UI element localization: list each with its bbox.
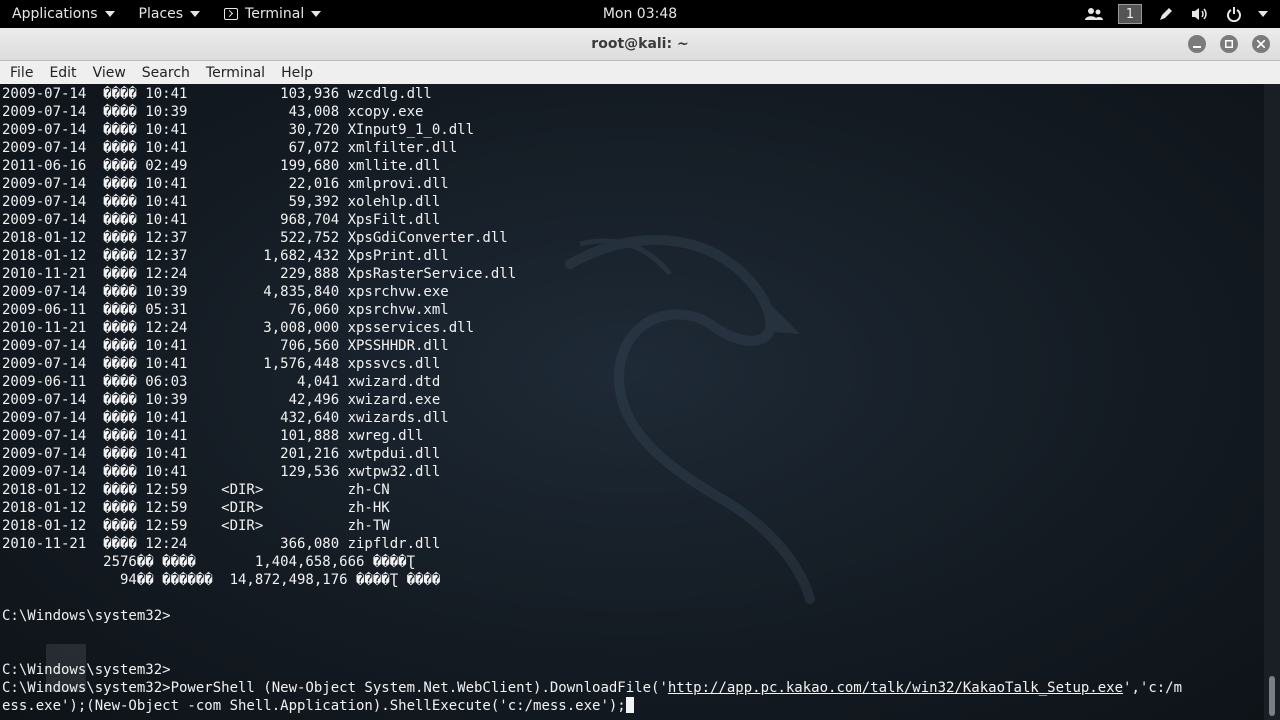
terminal-line: 2009-07-14 ���� 10:41 706,560 XPSSHHDR.d…	[2, 338, 449, 354]
command-url-link[interactable]: http://app.pc.kakao.com/talk/win32/Kakao…	[668, 680, 1123, 696]
terminal-icon	[224, 8, 239, 20]
places-label: Places	[138, 6, 184, 22]
terminal-line: 2009-07-14 ���� 10:41 432,640 xwizards.d…	[2, 410, 449, 426]
top-bar: Applications Places Terminal Mon 03:48 1	[0, 0, 1280, 28]
chevron-down-icon	[190, 11, 201, 17]
terminal-line: 94�� ������ 14,872,498,176 ����Ʈ ����	[2, 572, 441, 588]
terminal-line: 2009-07-14 ���� 10:41 22,016 xmlprovi.dl…	[2, 176, 449, 192]
terminal-line: 2009-07-14 ���� 10:41 129,536 xwtpw32.dl…	[2, 464, 441, 480]
volume-icon[interactable]	[1190, 4, 1210, 24]
window-title: root@kali: ~	[591, 36, 689, 52]
command-line-continued: ess.exe');(New-Object -com Shell.Applica…	[2, 697, 1182, 715]
terminal-line: 2009-06-11 ���� 06:03 4,041 xwizard.dtd	[2, 374, 441, 390]
terminal-menubar: File Edit View Search Terminal Help	[0, 61, 1280, 85]
window-titlebar[interactable]: root@kali: ~	[0, 28, 1280, 61]
terminal-line: 2018-01-12 ���� 12:59 <DIR> zh-TW	[2, 518, 390, 534]
command-suffix: ','c:/m	[1123, 680, 1183, 696]
chevron-down-icon	[311, 11, 322, 17]
terminal-line: 2009-07-14 ���� 10:41 201,216 xwtpdui.dl…	[2, 446, 441, 462]
people-icon[interactable]	[1084, 4, 1104, 24]
terminal-window: root@kali: ~ File Edit View Search Termi…	[0, 28, 1280, 720]
terminal-line: 2011-06-16 ���� 02:49 199,680 xmllite.dl…	[2, 158, 441, 174]
chevron-down-icon	[104, 11, 115, 17]
maximize-icon	[1225, 40, 1233, 48]
close-icon	[1257, 40, 1265, 48]
scrollbar-thumb[interactable]	[1269, 676, 1275, 716]
terminal-line: 2009-07-14 ���� 10:41 30,720 XInput9_1_0…	[2, 122, 475, 138]
terminal-app-label: Terminal	[245, 6, 305, 22]
menu-terminal[interactable]: Terminal	[198, 65, 273, 81]
terminal-line: 2009-07-14 ���� 10:39 43,008 xcopy.exe	[2, 104, 424, 120]
terminal-line: 2018-01-12 ���� 12:37 522,752 XpsGdiConv…	[2, 230, 508, 246]
terminal-line: 2010-11-21 ���� 12:24 366,080 zipfldr.dl…	[2, 536, 441, 552]
terminal-line: 2009-06-11 ���� 05:31 76,060 xpsrchvw.xm…	[2, 302, 449, 318]
applications-label: Applications	[12, 6, 98, 22]
terminal-line: C:\Windows\system32>	[2, 608, 171, 624]
minimize-icon	[1193, 46, 1201, 48]
terminal-app-menu[interactable]: Terminal	[212, 0, 333, 28]
system-tray: 1	[1084, 0, 1268, 28]
terminal-line: 2009-07-14 ���� 10:41 101,888 xwreg.dll	[2, 428, 424, 444]
terminal-line: 2009-07-14 ���� 10:41 59,392 xolehlp.dll	[2, 194, 441, 210]
terminal-lines: 2009-07-14 ���� 10:41 103,936 wzcdlg.dll…	[2, 85, 1182, 715]
close-button[interactable]	[1252, 35, 1270, 53]
terminal-line: 2009-07-14 ���� 10:41 1,576,448 xpssvcs.…	[2, 356, 441, 372]
applications-menu[interactable]: Applications	[0, 0, 127, 28]
chevron-down-icon[interactable]	[1258, 11, 1268, 17]
terminal-line: 2009-07-14 ���� 10:41 968,704 XpsFilt.dl…	[2, 212, 441, 228]
terminal-line: C:\Windows\system32>	[2, 662, 171, 678]
menu-edit[interactable]: Edit	[41, 65, 84, 81]
terminal-line: 2010-11-21 ���� 12:24 229,888 XpsRasterS…	[2, 266, 517, 282]
terminal-line: 2009-07-14 ���� 10:39 42,496 xwizard.exe	[2, 392, 441, 408]
terminal-line: 2009-07-14 ���� 10:39 4,835,840 xpsrchvw…	[2, 284, 449, 300]
menu-file[interactable]: File	[2, 65, 41, 81]
power-icon[interactable]	[1224, 4, 1244, 24]
terminal-line: 2018-01-12 ���� 12:37 1,682,432 XpsPrint…	[2, 248, 449, 264]
workspace-indicator[interactable]: 1	[1118, 4, 1142, 24]
menu-view[interactable]: View	[85, 65, 134, 81]
maximize-button[interactable]	[1220, 35, 1238, 53]
terminal-output[interactable]: 2009-07-14 ���� 10:41 103,936 wzcdlg.dll…	[0, 84, 1264, 720]
places-menu[interactable]: Places	[127, 0, 213, 28]
minimize-button[interactable]	[1188, 35, 1206, 53]
terminal-line: 2018-01-12 ���� 12:59 <DIR> zh-HK	[2, 500, 390, 516]
menu-search[interactable]: Search	[134, 65, 198, 81]
text-cursor	[625, 697, 634, 713]
menu-help[interactable]: Help	[273, 65, 321, 81]
terminal-line: 2009-07-14 ���� 10:41 103,936 wzcdlg.dll	[2, 86, 432, 102]
terminal-line: 2576�� ���� 1,404,658,666 ����Ʈ	[2, 554, 416, 570]
command-continuation: ess.exe');(New-Object -com Shell.Applica…	[2, 698, 626, 714]
terminal-scrollbar[interactable]	[1264, 84, 1280, 720]
command-line: C:\Windows\system32>PowerShell (New-Obje…	[2, 679, 1182, 697]
pen-icon[interactable]	[1156, 4, 1176, 24]
terminal-line: 2010-11-21 ���� 12:24 3,008,000 xpsservi…	[2, 320, 475, 336]
terminal-line: 2009-07-14 ���� 10:41 67,072 xmlfilter.d…	[2, 140, 458, 156]
command-prefix: C:\Windows\system32>PowerShell (New-Obje…	[2, 680, 668, 696]
terminal-line: 2018-01-12 ���� 12:59 <DIR> zh-CN	[2, 482, 390, 498]
